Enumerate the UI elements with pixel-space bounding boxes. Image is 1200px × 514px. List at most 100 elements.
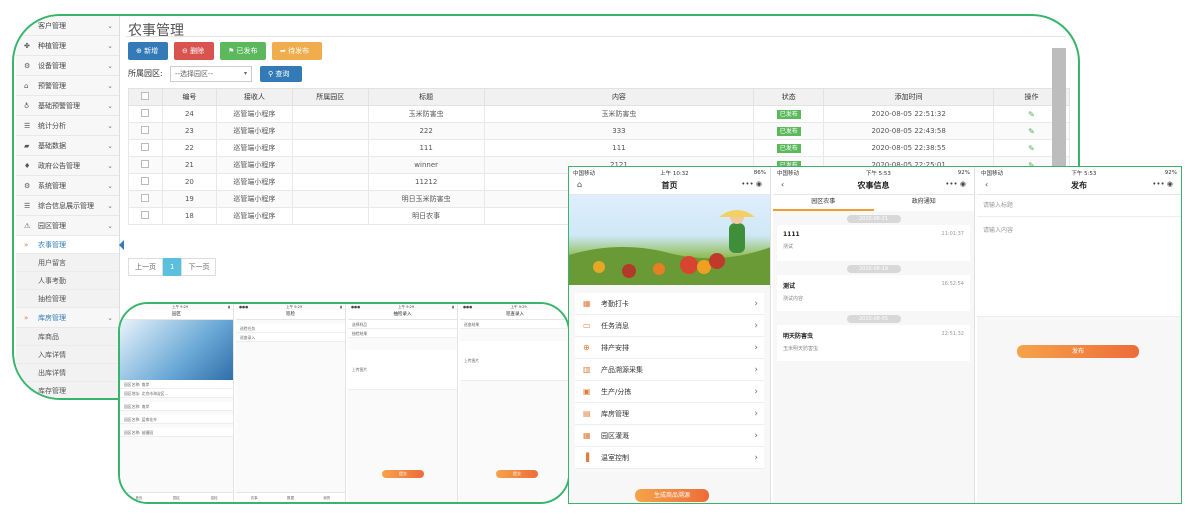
send-icon: ➦ [280,47,289,55]
row-checkbox[interactable] [128,105,163,123]
sidebar-item-system[interactable]: ⚙ 系统管理 ⌄ [16,176,119,196]
menu-item-schedule[interactable]: ⊕ 排产安排 › [575,337,764,359]
cell-park [291,122,369,140]
sidebar-item-info-display[interactable]: ☰ 综合信息展示管理 ⌄ [16,196,119,216]
query-button[interactable]: ⚲ 查询 [260,66,302,82]
column-header[interactable]: 接收人 [215,88,293,106]
row-checkbox[interactable] [128,190,163,208]
seedling-icon: ✤ [24,42,30,50]
edit-icon[interactable]: ✎ [1028,110,1035,119]
row-checkbox[interactable] [128,173,163,191]
row-checkbox[interactable] [128,122,163,140]
chevron-down-icon: ▾ [243,70,247,77]
column-header[interactable]: 编号 [161,88,217,106]
sidebar-sub-attendance[interactable]: 人事考勤 [16,272,119,290]
sidebar-sub-goods[interactable]: 库商品 [16,328,119,346]
cell-title: 222 [367,122,485,140]
more-icon[interactable]: ••• ◉ [1152,180,1173,188]
chevron-down-icon: ⌄ [107,222,113,230]
menu-item-warehouse[interactable]: ▤ 库房管理 › [575,403,764,425]
menu-item-greenhouse[interactable]: ▐ 温室控制 › [575,447,764,469]
cell-status: 已发布 [753,105,825,123]
sidebar-sub-outbound[interactable]: 出库详情 [16,364,119,382]
column-header[interactable]: 标题 [367,88,485,106]
sidebar-item-basic-warnings[interactable]: ♁ 基础预警管理 ⌄ [16,96,119,116]
sidebar-item-devices[interactable]: ⚙ 设备管理 ⌄ [16,56,119,76]
published-button[interactable]: ⚑ 已发布 [220,42,266,60]
park-select[interactable]: --选择园区-- ▾ [170,66,252,82]
status-bar: 中国移动 上午 10:32 86% [569,167,770,178]
tab-park-farm[interactable]: 园区农事 [773,195,874,211]
row-checkbox[interactable] [128,207,163,225]
mini-submit-button[interactable]: 提交 [496,470,538,478]
menu-item-attendance[interactable]: ▦ 考勤打卡 › [575,293,764,315]
generate-trace-button[interactable]: 生成商品溯源 [635,489,709,502]
sidebar-sub-inspection[interactable]: 抽检管理 [16,290,119,308]
edit-icon[interactable]: ✎ [1028,127,1035,136]
table-row[interactable]: 24 巡管端小程序 玉米防害虫 玉米防害虫 已发布 2020-08-05 22:… [128,105,1070,123]
sidebar-sub-inbound[interactable]: 入库详情 [16,346,119,364]
phone-publish: 中国移动 下午 5:53 92% ‹ 发布 ••• ◉ 请输入标题 请输入内容 发布 [977,167,1181,503]
sidebar-sub-messages[interactable]: 用户留言 [16,254,119,272]
pending-button[interactable]: ➦ 待发布 [272,42,322,60]
farm-card[interactable]: 测试 测试内容 16:52:54 [777,275,970,311]
sidebar-item-basic-data[interactable]: ▰ 基础数据 ⌄ [16,136,119,156]
farm-card[interactable]: 1111 测试 11:01:37 [777,225,970,261]
sidebar-item-park[interactable]: ⚠ 园区管理 ⌄ [16,216,119,236]
column-header[interactable]: 所属园区 [291,88,369,106]
chevron-down-icon: ⌄ [107,314,113,322]
delete-button[interactable]: ⊖ 删除 [174,42,214,60]
database-icon: ▰ [24,142,30,150]
table-header-row: 编号 接收人 所属园区 标题 内容 状态 添加时间 操作 [128,88,1070,106]
page-title: 农事管理 [128,23,184,39]
chevron-right-icon: › [754,365,758,375]
edit-icon[interactable]: ✎ [1028,144,1035,153]
menu-item-production[interactable]: ▣ 生产/分拣 › [575,381,764,403]
sidebar-item-warehouse[interactable]: » 库房管理 ⌄ [16,308,119,328]
more-icon[interactable]: ••• ◉ [741,180,762,188]
sidebar-sub-farm[interactable]: » 农事管理 [16,236,124,254]
row-checkbox[interactable] [128,139,163,157]
cogs-icon: ⚙ [24,182,31,190]
cell-title: 11212 [367,173,485,191]
sidebar-item-gov-notices[interactable]: ♦ 政府公告管理 ⌄ [16,156,119,176]
cell-park [291,105,369,123]
tab-gov-notice[interactable]: 政府通知 [874,195,975,211]
cell-id: 21 [161,156,217,174]
mini-nav-title: 园区 [120,310,233,320]
date-pill: 2020-08-21 [846,215,901,223]
bars-icon: ▐ [583,453,590,462]
menu-item-trace[interactable]: ▥ 产品溯源采集 › [575,359,764,381]
list-icon: ☰ [24,202,31,210]
content-input[interactable]: 请输入内容 [977,217,1181,317]
title-input[interactable]: 请输入标题 [977,195,1181,217]
row-checkbox[interactable] [128,156,163,174]
column-header[interactable]: 状态 [753,88,825,106]
page-1-button[interactable]: 1 [163,258,182,276]
add-button[interactable]: ⊕ 新增 [128,42,168,60]
warning-icon: ⚠ [24,222,31,230]
table-row[interactable]: 23 巡管端小程序 222 333 已发布 2020-08-05 22:43:5… [128,122,1070,140]
column-header[interactable]: 添加时间 [823,88,995,106]
sidebar-item-warnings[interactable]: ⌂ 预警管理 ⌄ [16,76,119,96]
menu-item-irrigation[interactable]: ▦ 园区灌溉 › [575,425,764,447]
column-header[interactable]: 内容 [483,88,755,106]
more-icon[interactable]: ••• ◉ [945,180,966,188]
cell-title: 玉米防害虫 [367,105,485,123]
publish-button[interactable]: 发布 [1017,345,1139,358]
table-row[interactable]: 22 巡管端小程序 111 111 已发布 2020-08-05 22:38:5… [128,139,1070,157]
sidebar-item-planting[interactable]: ✤ 种植管理 ⌄ [16,36,119,56]
sidebar-item-customers[interactable]: ▪ 客户管理 ⌄ [16,16,119,36]
farm-card[interactable]: 明天防害虫 玉米明天防害虫 22:51:32 [777,325,970,361]
mini-submit-button[interactable]: 提交 [382,470,424,478]
prev-page-button[interactable]: 上一页 [128,258,163,276]
select-all-checkbox[interactable] [128,88,163,106]
flame-icon: ♦ [24,162,31,170]
cell-receiver: 巡管端小程序 [215,105,293,123]
menu-item-tasks[interactable]: ▭ 任务消息 › [575,315,764,337]
cell-park [291,156,369,174]
next-page-button[interactable]: 下一页 [181,258,217,276]
grid-icon: ▦ [583,431,591,440]
sidebar-sub-stock[interactable]: 库存管理 [16,382,119,398]
sidebar-item-statistics[interactable]: ☰ 统计分析 ⌄ [16,116,119,136]
